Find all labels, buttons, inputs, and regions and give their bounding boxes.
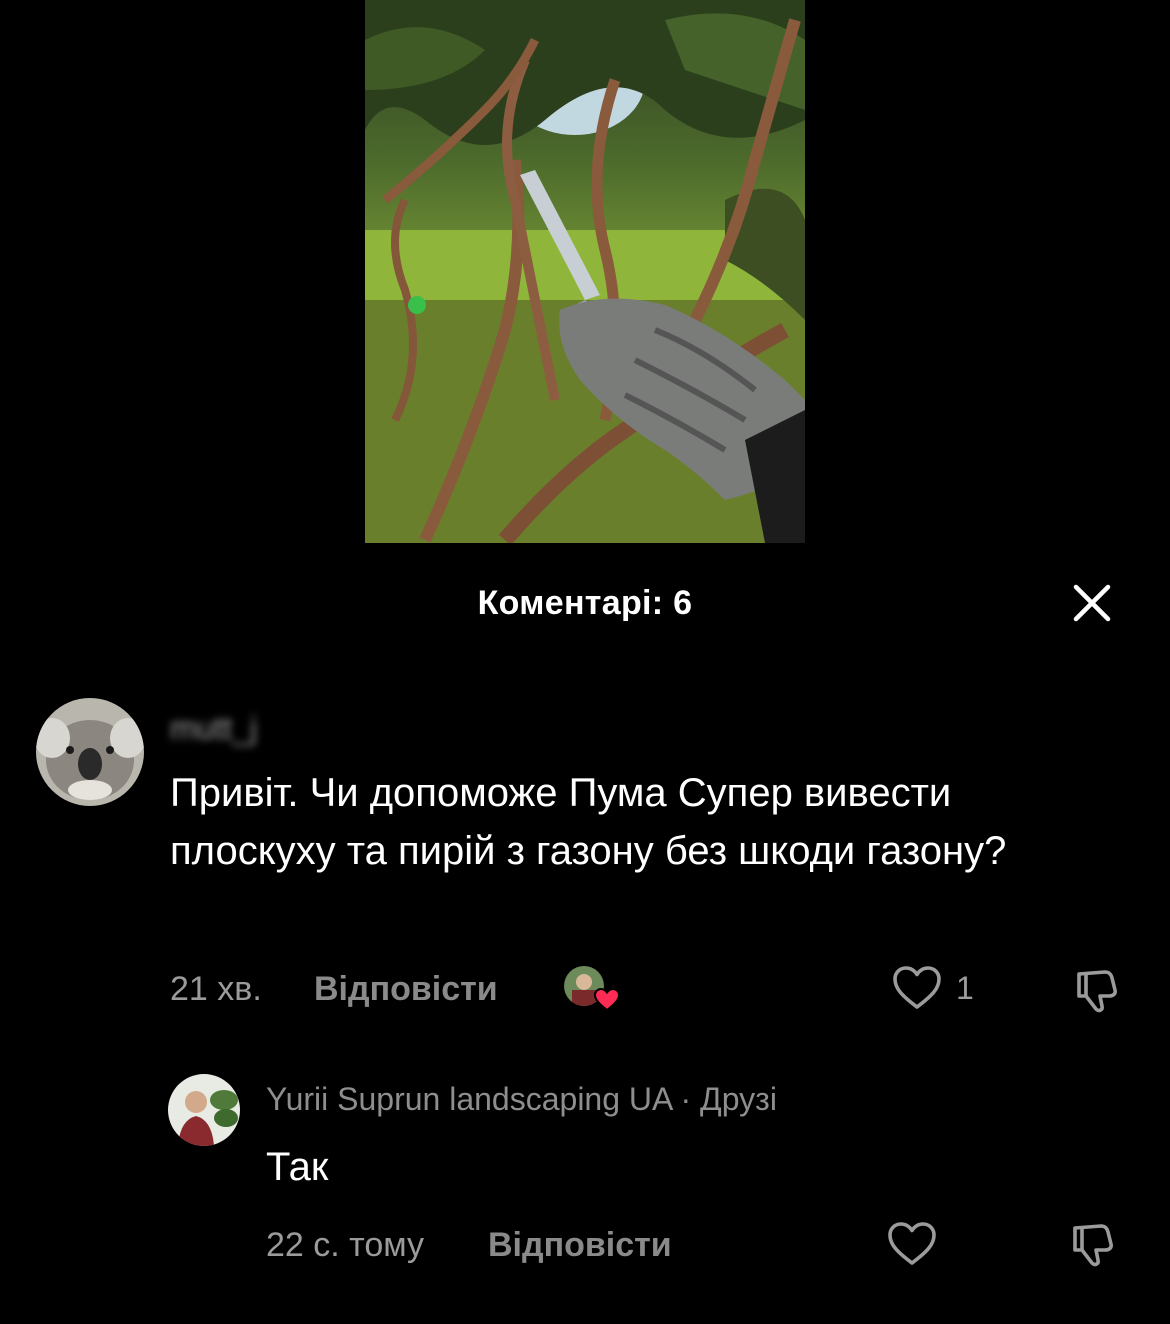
like-button[interactable] [882, 1216, 942, 1272]
like-button[interactable] [888, 962, 946, 1014]
reply-time: 22 с. тому [266, 1226, 425, 1264]
koala-avatar-image [36, 698, 144, 806]
comments-count-title: Коментарі: 6 [477, 584, 693, 622]
thumb-down-icon [1077, 970, 1117, 1013]
reply-username[interactable]: Yurii Suprun landscaping UA [266, 1081, 672, 1117]
reply-button[interactable]: Відповісти [314, 970, 498, 1009]
thumb-down-icon [1073, 1224, 1113, 1267]
comments-screen: Коментарі: 6 mutt_j Привіт. Чи допоможе … [0, 0, 1170, 1324]
reply-button[interactable]: Відповісти [488, 1226, 672, 1265]
pine-pruning-image [365, 0, 805, 543]
heart-outline-icon [893, 966, 941, 1009]
close-button[interactable] [1062, 580, 1122, 626]
reply-text: Так [266, 1145, 329, 1189]
dislike-button[interactable] [1064, 1216, 1122, 1272]
comment-text: Привіт. Чи допоможе Пума Супер вивести п… [170, 771, 1007, 873]
friends-badge: · Друзі [680, 1081, 777, 1117]
comment-username[interactable]: mutt_j [170, 710, 257, 747]
avatar[interactable] [36, 698, 144, 806]
avatar[interactable] [168, 1074, 240, 1146]
creator-avatar-image [168, 1074, 240, 1146]
comment-time: 21 хв. [170, 970, 262, 1008]
heart-outline-icon [888, 1222, 936, 1265]
reply-username-row: Yurii Suprun landscaping UA · Друзі [266, 1081, 777, 1118]
like-count: 1 [956, 970, 974, 1006]
video-thumbnail[interactable] [365, 0, 805, 543]
dislike-button[interactable] [1068, 962, 1126, 1018]
heart-filled-icon [594, 988, 620, 1012]
close-icon [1073, 584, 1111, 622]
